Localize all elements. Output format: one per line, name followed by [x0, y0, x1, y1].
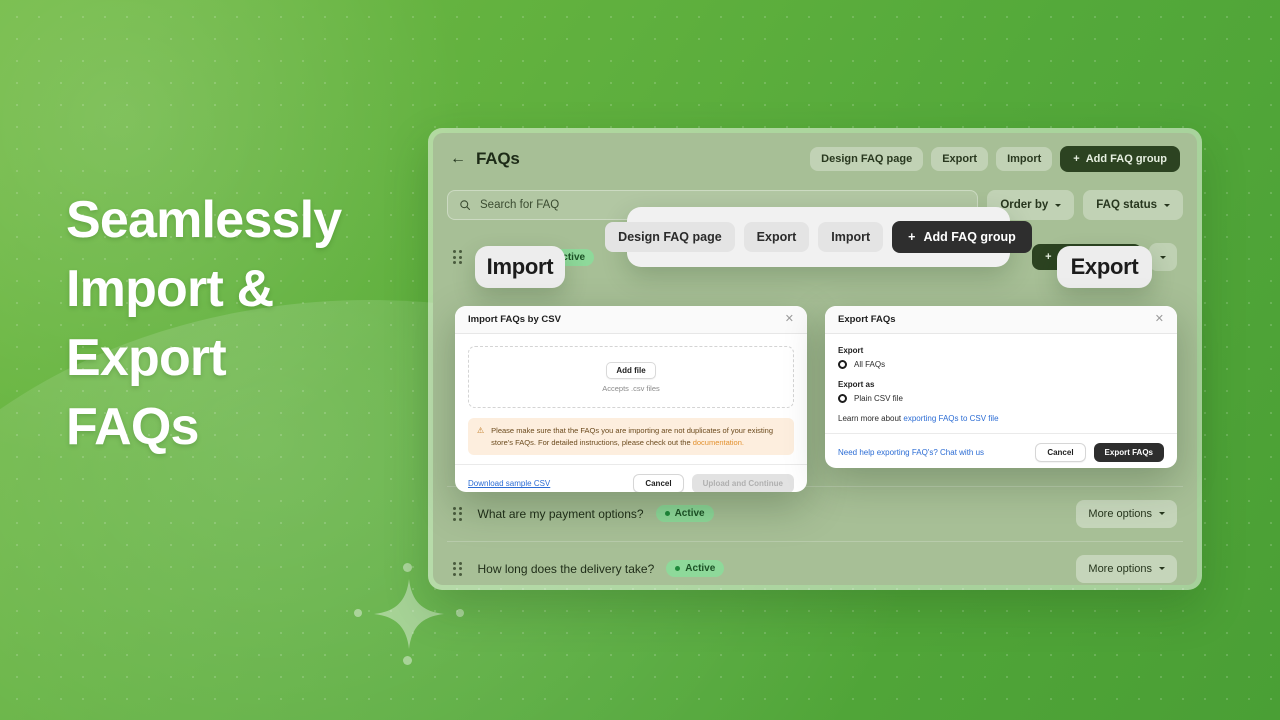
floating-export-button[interactable]: Export [743, 222, 810, 252]
add-file-button[interactable]: Add file [606, 361, 656, 379]
export-modal-body: Export All FAQs Export as Plain CSV file… [825, 334, 1177, 423]
import-modal-header: Import FAQs by CSV ✕ [455, 306, 807, 334]
chevron-down-icon [1164, 203, 1170, 207]
floating-import-button[interactable]: Import [818, 222, 884, 252]
learn-more-prefix: Learn more about [838, 414, 904, 423]
export-modal-footer: Need help exporting FAQ's? Chat with us … [825, 433, 1177, 468]
back-arrow-icon[interactable]: ← [450, 151, 466, 167]
status-dot-icon [675, 566, 681, 571]
header-actions: Design FAQ page Export Import + Add FAQ … [810, 146, 1180, 172]
export-format-radio[interactable]: Plain CSV file [838, 394, 1164, 403]
status-dot-icon [664, 511, 670, 516]
warning-triangle-icon: ⚠ [477, 426, 485, 435]
chevron-down-icon [1159, 567, 1165, 570]
group-collapse-button[interactable] [1149, 243, 1177, 271]
status-badge-label: Active [674, 508, 705, 519]
export-modal-title: Export FAQs [838, 314, 896, 325]
status-badge: Active [655, 505, 714, 522]
faq-status-label: FAQ status [1096, 199, 1157, 211]
search-icon [460, 200, 471, 211]
table-row[interactable]: How long does the delivery take? Active … [447, 541, 1183, 585]
status-badge-label: Active [685, 563, 716, 574]
more-options-label: More options [1088, 562, 1152, 575]
more-options-button[interactable]: More options [1076, 554, 1177, 583]
chevron-down-icon [1159, 512, 1165, 515]
export-modal-header: Export FAQs ✕ [825, 306, 1177, 334]
plus-icon: + [1045, 251, 1052, 263]
close-icon[interactable]: ✕ [785, 314, 794, 325]
chevron-down-icon [1055, 203, 1062, 207]
close-icon[interactable]: ✕ [1155, 314, 1164, 325]
plus-icon: + [1073, 153, 1080, 165]
promo-banner: Seamlessly Import & Export FAQs ← FAQs D… [0, 0, 1280, 720]
order-by-label: Order by [1000, 199, 1049, 211]
more-options-label: More options [1088, 507, 1152, 520]
download-sample-csv-link[interactable]: Download sample CSV [468, 479, 550, 488]
import-modal-body: Add file Accepts .csv files ⚠ Please mak… [455, 334, 807, 456]
callout-pill-export: Export [1057, 246, 1152, 288]
import-modal-title: Import FAQs by CSV [468, 314, 561, 325]
export-scope-label: All FAQs [854, 360, 886, 369]
drag-handle-icon[interactable] [453, 506, 462, 521]
import-button[interactable]: Import [996, 147, 1053, 171]
export-cancel-button[interactable]: Cancel [1035, 443, 1086, 462]
plus-icon: + [908, 230, 916, 244]
table-row[interactable]: What are my payment options? Active More… [447, 486, 1183, 540]
import-modal-footer: Download sample CSV Cancel Upload and Co… [455, 464, 807, 492]
warning-banner: ⚠ Please make sure that the FAQs you are… [468, 418, 794, 456]
floating-add-faq-group-label: Add FAQ group [923, 230, 1016, 244]
chevron-down-icon [1160, 255, 1166, 259]
drag-handle-icon[interactable] [453, 250, 462, 264]
add-faq-group-label: Add FAQ group [1085, 153, 1167, 165]
floating-toolbar: Design FAQ page Export Import + Add FAQ … [605, 207, 1032, 267]
export-footer-actions: Cancel Export FAQs [1035, 443, 1164, 462]
search-placeholder: Search for FAQ [480, 199, 560, 211]
export-as-field-label: Export as [838, 380, 875, 389]
export-field-label: Export [838, 346, 864, 355]
status-badge: Active [666, 560, 725, 577]
warning-text: Please make sure that the FAQs you are i… [491, 425, 785, 448]
upload-and-continue-button[interactable]: Upload and Continue [691, 474, 794, 492]
app-header: ← FAQs Design FAQ page Export Import + A… [433, 133, 1197, 185]
drag-handle-icon[interactable] [453, 561, 462, 576]
export-modal: Export FAQs ✕ Export All FAQs Export as … [825, 306, 1177, 468]
file-dropzone[interactable]: Add file Accepts .csv files [468, 346, 794, 408]
faq-question: How long does the delivery take? [477, 561, 655, 576]
documentation-link[interactable]: documentation. [693, 438, 744, 447]
design-faq-page-button[interactable]: Design FAQ page [810, 147, 924, 171]
chat-with-us-link[interactable]: Need help exporting FAQ's? Chat with us [838, 448, 984, 457]
import-cancel-button[interactable]: Cancel [633, 474, 684, 492]
callout-pill-import: Import [475, 246, 565, 288]
more-options-button[interactable]: More options [1076, 499, 1177, 528]
hero-headline: Seamlessly Import & Export FAQs [66, 191, 342, 456]
import-modal: Import FAQs by CSV ✕ Add file Accepts .c… [455, 306, 807, 492]
faq-status-filter[interactable]: FAQ status [1083, 190, 1183, 220]
add-faq-group-button[interactable]: + Add FAQ group [1060, 146, 1180, 172]
accepts-text: Accepts .csv files [602, 383, 660, 393]
exporting-faqs-link[interactable]: exporting FAQs to CSV file [903, 414, 998, 423]
export-button[interactable]: Export [931, 147, 989, 171]
learn-more-line: Learn more about exporting FAQs to CSV f… [838, 414, 1164, 423]
floating-add-faq-group-button[interactable]: + Add FAQ group [892, 221, 1032, 253]
export-scope-radio[interactable]: All FAQs [838, 360, 1164, 369]
floating-design-faq-page-button[interactable]: Design FAQ page [605, 222, 735, 252]
import-footer-actions: Cancel Upload and Continue [633, 474, 794, 492]
export-format-label: Plain CSV file [854, 394, 903, 403]
radio-selected-icon [838, 360, 847, 369]
export-faqs-submit-button[interactable]: Export FAQs [1093, 443, 1164, 462]
radio-selected-icon [838, 394, 847, 403]
page-title: FAQs [476, 149, 520, 168]
faq-question: What are my payment options? [477, 506, 644, 521]
